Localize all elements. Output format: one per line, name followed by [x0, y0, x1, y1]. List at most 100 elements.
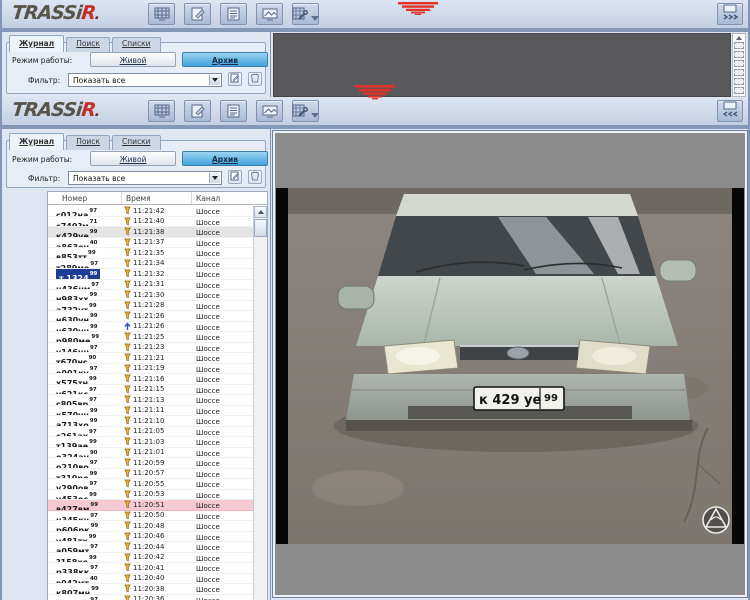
- video-panel[interactable]: к 429 уе 99: [273, 131, 747, 597]
- journal-button[interactable]: [220, 3, 247, 25]
- time-cell: 11:21:01: [122, 448, 192, 458]
- table-row[interactable]: т139ае9911:21:03Шоссе: [48, 437, 253, 448]
- table-row[interactable]: ?158хо9911:20:42Шоссе: [48, 553, 253, 564]
- filter-select[interactable]: Показать все: [68, 171, 222, 185]
- table-row[interactable]: е001ку9711:21:19Шоссе: [48, 364, 253, 375]
- camera-slot-icon[interactable]: [734, 87, 744, 94]
- monitor-button[interactable]: [256, 100, 283, 122]
- tab-journal[interactable]: Журнал: [9, 133, 64, 150]
- channel-cell: Шоссе: [192, 364, 253, 374]
- camera-slot-icon[interactable]: [734, 60, 744, 67]
- table-row[interactable]: а059мт9711:20:44Шоссе: [48, 542, 253, 553]
- plate-badge: т139ае99: [56, 437, 97, 447]
- table-row[interactable]: с805вр9711:21:13Шоссе: [48, 395, 253, 406]
- plate-badge: с012на97: [56, 206, 97, 216]
- settings-button[interactable]: [292, 100, 319, 122]
- combo-arrow-icon[interactable]: [209, 173, 220, 183]
- tab-lists[interactable]: Списки: [112, 135, 161, 150]
- video-area-empty[interactable]: [273, 33, 731, 97]
- table-row[interactable]: н630ун9911:21:26Шоссе: [48, 322, 253, 333]
- table-row[interactable]: р980ме9911:21:25Шоссе: [48, 332, 253, 343]
- table-row[interactable]: т670нс9011:21:21Шоссе: [48, 353, 253, 364]
- edit-button[interactable]: [184, 3, 211, 25]
- edit-page-icon: [190, 104, 206, 118]
- settings-button[interactable]: [292, 3, 319, 25]
- event-funnel-icon: [124, 374, 131, 383]
- table-row[interactable]: в853тт9911:21:35Шоссе: [48, 248, 253, 259]
- camera-strip[interactable]: [732, 33, 746, 97]
- table-row[interactable]: о324ау9011:21:01Шоссе: [48, 448, 253, 459]
- table-row[interactable]: н436нм9711:21:31Шоссе: [48, 280, 253, 291]
- table-row[interactable]: р606рк9911:20:48Шоссе: [48, 521, 253, 532]
- monitor-button[interactable]: [256, 3, 283, 25]
- journal-button[interactable]: [220, 100, 247, 122]
- camera-slot-icon[interactable]: [734, 69, 744, 76]
- templates-button[interactable]: [148, 3, 175, 25]
- table-row[interactable]: х575тн9911:21:16Шоссе: [48, 374, 253, 385]
- event-funnel-icon: [124, 311, 131, 320]
- table-row[interactable]: у481тх9911:20:46Шоссе: [48, 532, 253, 543]
- live-mode-button[interactable]: Живой: [90, 52, 176, 67]
- archive-mode-button[interactable]: Архив: [182, 151, 268, 166]
- column-number[interactable]: Номер: [48, 192, 122, 204]
- expand-panel-button[interactable]: [717, 3, 743, 25]
- table-row[interactable]: у146нн9711:21:23Шоссе: [48, 343, 253, 354]
- archive-mode-button[interactable]: Архив: [182, 52, 268, 67]
- time-cell: 11:21:28: [122, 301, 192, 311]
- table-row[interactable]: а713хо9911:21:10Шоссе: [48, 416, 253, 427]
- tab-journal[interactable]: Журнал: [9, 35, 64, 52]
- table-row[interactable]: а732ут9911:21:28Шоссе: [48, 301, 253, 312]
- camera-slot-icon[interactable]: [734, 78, 744, 85]
- table-row[interactable]: у621кс9711:21:15Шоссе: [48, 385, 253, 396]
- live-mode-button[interactable]: Живой: [90, 151, 176, 166]
- event-funnel-icon: [124, 217, 131, 226]
- table-row[interactable]: с261ах9711:21:05Шоссе: [48, 427, 253, 438]
- table-row[interactable]: у453ос9911:20:53Шоссе: [48, 490, 253, 501]
- tab-search[interactable]: Поиск: [66, 135, 110, 150]
- column-time[interactable]: Время: [122, 192, 192, 204]
- table-scrollbar[interactable]: [253, 206, 267, 600]
- table-row[interactable]: к429уе9911:21:38Шоссе: [48, 227, 253, 238]
- trash-icon: [250, 73, 260, 85]
- new-filter-button[interactable]: [228, 170, 242, 184]
- edit-page-icon: [190, 7, 206, 21]
- delete-filter-button[interactable]: [248, 72, 262, 86]
- templates-button[interactable]: [148, 100, 175, 122]
- table-row[interactable]: т 13249911:21:32Шоссе: [48, 269, 253, 280]
- scrollbar-thumb[interactable]: [254, 219, 267, 237]
- table-row[interactable]: с740?м7111:21:40Шоссе: [48, 217, 253, 228]
- table-row[interactable]: н630ун9911:21:26Шоссе: [48, 311, 253, 322]
- delete-filter-button[interactable]: [248, 170, 262, 184]
- camera-slot-icon[interactable]: [734, 51, 744, 58]
- table-row[interactable]: н345кн9711:20:50Шоссе: [48, 511, 253, 522]
- table-row[interactable]: о811нн9711:20:36Шоссе: [48, 595, 253, 600]
- edit-button[interactable]: [184, 100, 211, 122]
- plate-cell: с012на97: [48, 206, 122, 216]
- filter-select[interactable]: Показать все: [68, 73, 222, 87]
- trassir-logo: TRASSiR.: [11, 99, 101, 121]
- tab-lists[interactable]: Списки: [112, 37, 161, 52]
- table-row[interactable]: а863оу4011:21:37Шоссе: [48, 238, 253, 249]
- plate-badge: к807мн99: [56, 584, 99, 594]
- table-row[interactable]: т310ро9911:20:57Шоссе: [48, 469, 253, 480]
- scroll-up-button[interactable]: [254, 206, 267, 218]
- table-row[interactable]: у290ов9711:20:55Шоссе: [48, 479, 253, 490]
- scroll-up-icon[interactable]: [736, 36, 742, 40]
- table-row[interactable]: к807мн9911:20:38Шоссе: [48, 584, 253, 595]
- table-row[interactable]: к570ун9911:21:11Шоссе: [48, 406, 253, 417]
- new-filter-button[interactable]: [228, 72, 242, 86]
- camera-slot-icon[interactable]: [734, 42, 744, 49]
- table-row[interactable]: н983хх9911:21:30Шоссе: [48, 290, 253, 301]
- collapse-panel-button[interactable]: [717, 100, 743, 122]
- table-row[interactable]: р338кк9711:20:41Шоссе: [48, 563, 253, 574]
- table-row[interactable]: в427вм9911:20:51Шоссе: [48, 500, 253, 511]
- table-row[interactable]: с012на9711:21:42Шоссе: [48, 206, 253, 217]
- trassir-drop-arrow-icon[interactable]: [398, 0, 438, 19]
- table-row[interactable]: в042мт4011:20:40Шоссе: [48, 574, 253, 585]
- combo-arrow-icon[interactable]: [209, 75, 220, 85]
- column-channel[interactable]: Канал: [192, 192, 267, 204]
- trassir-drop-arrow-icon[interactable]: [355, 85, 395, 104]
- table-row[interactable]: т289мо9711:21:34Шоссе: [48, 259, 253, 270]
- table-row[interactable]: о210во9711:20:59Шоссе: [48, 458, 253, 469]
- tab-search[interactable]: Поиск: [66, 37, 110, 52]
